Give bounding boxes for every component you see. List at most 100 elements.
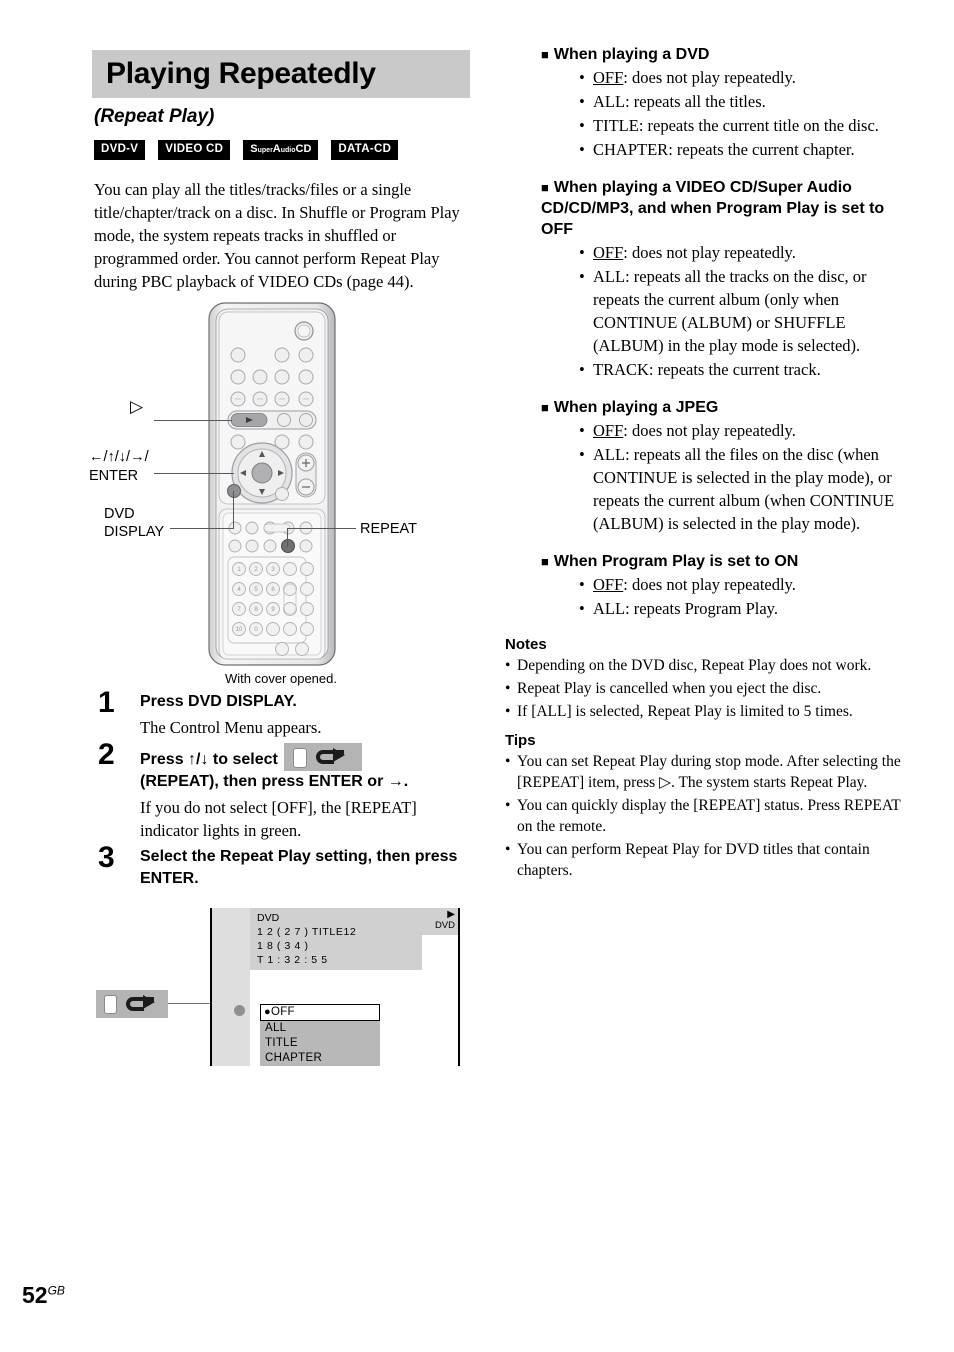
option-list-jpeg: OFF: does not play repeatedly. ALL: repe…	[541, 419, 901, 535]
right-column: ■When playing a DVD OFF: does not play r…	[505, 44, 901, 891]
list-item: You can set Repeat Play during stop mode…	[505, 751, 901, 793]
option-list-videocd: OFF: does not play repeatedly. ALL: repe…	[541, 241, 901, 381]
label-repeat: REPEAT	[360, 521, 417, 537]
list-item: ALL: repeats Program Play.	[579, 597, 901, 620]
leader-arrows	[154, 473, 234, 475]
osd-info-line-2: 1 2 ( 2 7 ) TITLE12	[257, 926, 357, 938]
option-list-dvd: OFF: does not play repeatedly. ALL: repe…	[541, 66, 901, 161]
square-bullet-icon: ■	[541, 400, 549, 415]
option-list-program-play: OFF: does not play repeatedly. ALL: repe…	[541, 573, 901, 620]
list-item: OFF: does not play repeatedly.	[579, 573, 901, 596]
list-item: Repeat Play is cancelled when you eject …	[505, 678, 901, 699]
list-item: CHAPTER: repeats the current chapter.	[579, 138, 901, 161]
list-item: You can perform Repeat Play for DVD titl…	[505, 839, 901, 881]
osd-option-title[interactable]: TITLE	[260, 1036, 380, 1051]
osd-info-line-1: DVD	[257, 912, 280, 924]
step-1: 1 Press DVD DISPLAY. The Control Menu ap…	[92, 686, 470, 739]
step-2-heading-before: Press ↑/↓ to select	[140, 751, 278, 768]
osd-info-panel: DVD 1 2 ( 2 7 ) TITLE12 1 8 ( 3 4 ) T 1 …	[250, 908, 422, 970]
osd-illustration: DVD 1 2 ( 2 7 ) TITLE12 1 8 ( 3 4 ) T 1 …	[92, 900, 470, 1070]
page-number: 52GB	[22, 1282, 65, 1308]
list-item: OFF: does not play repeatedly.	[579, 419, 901, 442]
step-3-number: 3	[98, 841, 115, 874]
step-1-number: 1	[98, 686, 115, 719]
page-subtitle: (Repeat Play)	[94, 106, 215, 127]
step-3-heading: Select the Repeat Play setting, then pre…	[140, 848, 458, 887]
remote-control-diagram: 123 456 789 10 0 ▷ ←/↑/↓/→/ ENTER DVD DIS…	[89, 301, 470, 691]
step-1-heading: Press DVD DISPLAY.	[140, 693, 297, 710]
label-display: DISPLAY	[104, 524, 165, 540]
badge-data-cd: DATA-CD	[331, 140, 399, 160]
remote-illustration: 123 456 789 10 0	[208, 302, 336, 666]
list-item: You can quickly display the [REPEAT] sta…	[505, 795, 901, 837]
badge-dvd-v: DVD-V	[94, 140, 146, 160]
osd-callout-icon	[96, 990, 168, 1018]
list-item: TRACK: repeats the current track.	[579, 358, 901, 381]
osd-info-line-4: T 1 : 3 2 : 5 5	[257, 954, 328, 966]
step-2-number: 2	[98, 738, 115, 771]
repeat-menu-icon	[284, 743, 363, 771]
manual-page: Playing Repeatedly (Repeat Play) DVD-V V…	[0, 0, 954, 1352]
notes-list: Depending on the DVD disc, Repeat Play d…	[505, 655, 901, 722]
intro-text: You can play all the titles/tracks/files…	[94, 180, 460, 291]
remote-caption: With cover opened.	[224, 671, 337, 686]
section-title-bar: Playing Repeatedly	[92, 50, 470, 98]
disc-type-badges: DVD-V VIDEO CD SuperAudioCD DATA-CD	[94, 140, 470, 160]
step-2-body: If you do not select [OFF], the [REPEAT]…	[140, 798, 417, 840]
osd-option-off-label: OFF	[270, 1006, 295, 1018]
leader-play	[154, 420, 232, 422]
osd-cursor-dot	[234, 1005, 245, 1016]
list-item: ALL: repeats all the files on the disc (…	[579, 443, 901, 535]
step-1-body: The Control Menu appears.	[140, 718, 322, 737]
leader-dvd-display-v	[233, 491, 235, 529]
osd-option-all[interactable]: ALL	[260, 1021, 380, 1036]
osd-option-off[interactable]: ●OFF	[260, 1004, 380, 1021]
label-dvd: DVD	[104, 506, 135, 522]
notes-heading: Notes	[505, 636, 547, 653]
osd-leader-line	[168, 1003, 214, 1004]
section-heading-dvd: ■ When playing a DVD	[541, 46, 710, 63]
osd-disc-label: DVD	[434, 920, 455, 931]
list-item: OFF: does not play repeatedly.	[579, 66, 901, 89]
leader-dvd-display-h	[170, 528, 234, 530]
enter-button	[251, 462, 273, 484]
list-item: OFF: does not play repeatedly.	[579, 241, 901, 264]
step-2: 2 Press ↑/↓ to select (REPEAT), then pre…	[92, 738, 470, 842]
osd-disc-indicator: ▶ DVD	[418, 908, 458, 935]
osd-repeat-menu: ●OFF ALL TITLE CHAPTER	[260, 1004, 380, 1066]
osd-option-chapter[interactable]: CHAPTER	[260, 1051, 380, 1066]
play-triangle-icon: ▶	[447, 909, 455, 920]
page-title: Playing Repeatedly	[106, 57, 376, 90]
badge-super-audio-cd: SuperAudioCD	[243, 140, 319, 160]
section-heading-jpeg: ■ When playing a JPEG	[541, 399, 719, 416]
step-2-heading: Press ↑/↓ to select (REPEAT), then press…	[140, 743, 470, 793]
repeat-arrow-icon	[126, 995, 155, 1011]
section-heading-program-play: ■ When Program Play is set to ON	[541, 553, 799, 570]
label-enter: ENTER	[89, 468, 139, 484]
svg-text:10: 10	[236, 627, 243, 633]
label-direction-keys: ←/↑/↓/→/	[89, 449, 149, 465]
square-bullet-icon: ■	[541, 180, 549, 195]
step-2-heading-after: (REPEAT), then press ENTER or →.	[140, 773, 409, 790]
osd-screen: DVD 1 2 ( 2 7 ) TITLE12 1 8 ( 3 4 ) T 1 …	[210, 908, 460, 1066]
disc-glyph	[293, 748, 308, 768]
list-item: TITLE: repeats the current title on the …	[579, 114, 901, 137]
square-bullet-icon: ■	[541, 554, 549, 569]
square-bullet-icon: ■	[541, 47, 549, 62]
leader-repeat-h	[288, 528, 356, 530]
step-3: 3 Select the Repeat Play setting, then p…	[92, 841, 470, 890]
osd-info-line-3: 1 8 ( 3 4 )	[257, 940, 309, 952]
list-item: If [ALL] is selected, Repeat Play is lim…	[505, 701, 901, 722]
tips-heading: Tips	[505, 732, 536, 749]
list-item: Depending on the DVD disc, Repeat Play d…	[505, 655, 901, 676]
disc-glyph	[104, 995, 117, 1014]
badge-video-cd: VIDEO CD	[158, 140, 231, 160]
leader-repeat-v	[287, 528, 289, 547]
list-item: ALL: repeats all the tracks on the disc,…	[579, 265, 901, 357]
section-heading-videocd: ■ When playing a VIDEO CD/Super Audio CD/…	[541, 179, 885, 238]
left-column: Playing Repeatedly (Repeat Play) DVD-V V…	[89, 50, 470, 1070]
repeat-arrow-icon	[316, 748, 346, 764]
list-item: ALL: repeats all the titles.	[579, 90, 901, 113]
tips-list: You can set Repeat Play during stop mode…	[505, 751, 901, 881]
osd-left-strip	[212, 908, 250, 1066]
